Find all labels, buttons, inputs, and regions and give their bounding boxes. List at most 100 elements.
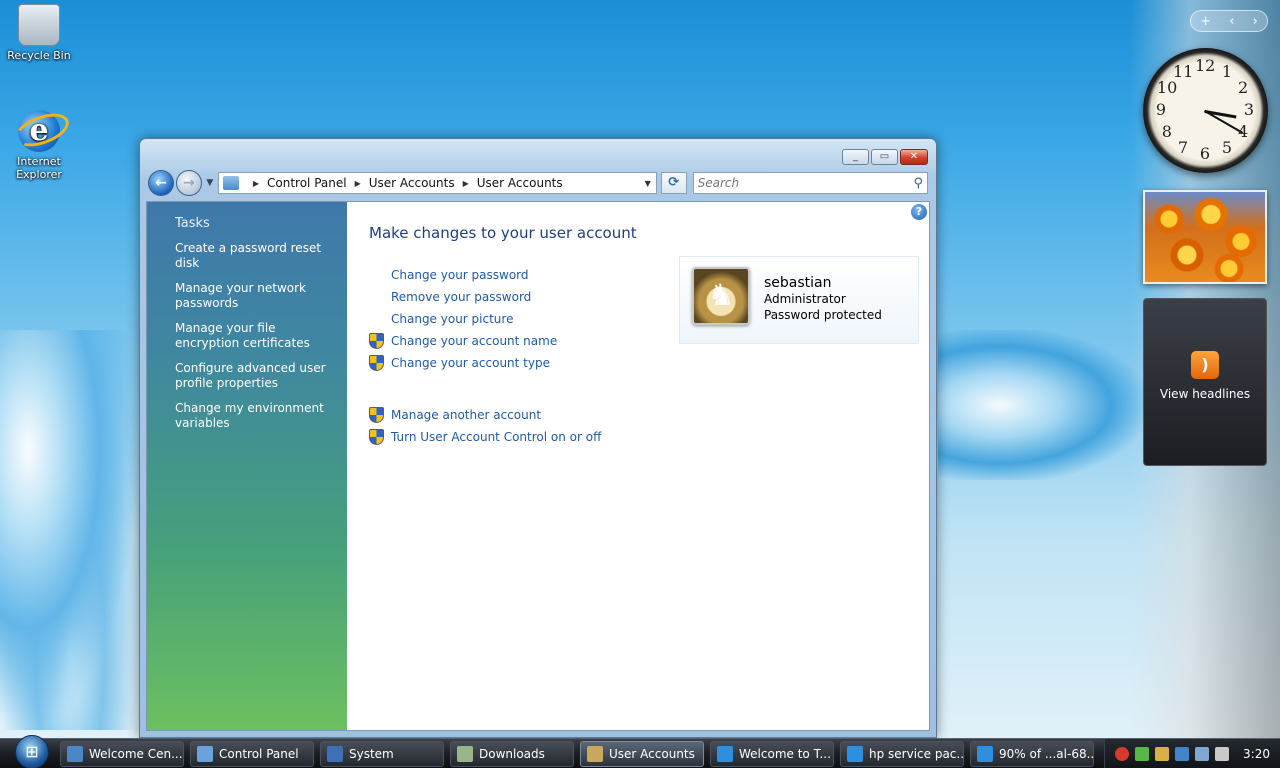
app-icon bbox=[197, 745, 213, 762]
taskbar-button[interactable]: Downloads bbox=[450, 740, 574, 767]
taskbar-button[interactable]: Welcome Cen... bbox=[60, 740, 184, 767]
app-icon bbox=[457, 745, 473, 762]
app-icon bbox=[67, 745, 83, 762]
breadcrumb-arrow-icon[interactable]: ▶ bbox=[253, 179, 259, 188]
breadcrumb-user-accounts[interactable]: User Accounts bbox=[369, 176, 455, 190]
app-icon bbox=[977, 745, 993, 762]
security-alert-icon[interactable] bbox=[1115, 746, 1130, 761]
sidebar-controls[interactable]: + ‹ › bbox=[1190, 10, 1268, 32]
uac-shield-icon bbox=[369, 429, 384, 445]
prev-icon[interactable]: ‹ bbox=[1229, 14, 1234, 29]
link-manage-another-account[interactable]: Manage another account bbox=[369, 404, 929, 426]
link-label: Remove your password bbox=[391, 290, 532, 304]
link-change-account-type[interactable]: Change your account type bbox=[369, 352, 929, 374]
recycle-bin-icon bbox=[18, 4, 60, 46]
wallpaper-wave-right bbox=[938, 330, 1143, 480]
page-title: Make changes to your user account bbox=[369, 224, 637, 242]
recent-pages-dropdown[interactable]: ▼ bbox=[204, 178, 216, 188]
link-label: Change your account name bbox=[391, 334, 558, 348]
feed-label: View headlines bbox=[1159, 387, 1251, 401]
app-icon bbox=[327, 745, 343, 762]
link-label: Turn User Account Control on or off bbox=[391, 430, 602, 444]
task-create-password-reset-disk[interactable]: Create a password reset disk bbox=[175, 241, 335, 271]
refresh-button[interactable]: ⟳ bbox=[660, 172, 687, 194]
taskbar-button-label: System bbox=[349, 746, 394, 761]
clock-number: 11 bbox=[1173, 61, 1194, 81]
user-info: sebastian Administrator Password protect… bbox=[764, 267, 882, 343]
navigation-bar: ← → ▼ ▶ Control Panel ▶ User Accounts ▶ … bbox=[148, 169, 928, 197]
tray-clock[interactable]: 3:20 bbox=[1243, 747, 1270, 761]
uac-shield-icon bbox=[369, 333, 384, 349]
clock-number: 6 bbox=[1199, 144, 1211, 163]
address-dropdown-icon[interactable]: ▼ bbox=[640, 179, 656, 188]
app-icon bbox=[717, 745, 733, 762]
clock-gadget[interactable]: 12 1 2 3 4 5 6 7 8 9 10 11 bbox=[1143, 48, 1268, 173]
wallpaper-wave-left bbox=[0, 330, 140, 730]
breadcrumb-user-accounts-current[interactable]: User Accounts bbox=[477, 176, 563, 190]
search-box: ⚲ bbox=[692, 172, 928, 194]
desktop-icon-recycle-bin[interactable]: Recycle Bin bbox=[2, 4, 76, 62]
network-icon[interactable] bbox=[1135, 746, 1150, 761]
window-content: Tasks Create a password reset disk Manag… bbox=[146, 201, 930, 731]
link-label: Change your picture bbox=[391, 312, 514, 326]
system-tray: 3:20 bbox=[1104, 738, 1280, 768]
connection-icon[interactable] bbox=[1195, 746, 1210, 761]
clock-number: 8 bbox=[1161, 122, 1172, 141]
next-icon[interactable]: › bbox=[1253, 14, 1258, 29]
taskbar-button-label: hp service pac... bbox=[869, 746, 964, 761]
task-manage-file-encryption[interactable]: Manage your file encryption certificates bbox=[175, 321, 335, 351]
breadcrumb-arrow-icon[interactable]: ▶ bbox=[355, 179, 361, 188]
maximize-button[interactable]: ▭ bbox=[871, 149, 898, 165]
taskbar-button-label: Control Panel bbox=[219, 746, 299, 761]
clock-number: 5 bbox=[1221, 138, 1233, 158]
task-configure-profile-properties[interactable]: Configure advanced user profile properti… bbox=[175, 361, 335, 391]
breadcrumb-arrow-icon[interactable]: ▶ bbox=[463, 179, 469, 188]
minimize-button[interactable]: _ bbox=[842, 149, 869, 165]
address-bar[interactable]: ▶ Control Panel ▶ User Accounts ▶ User A… bbox=[217, 172, 657, 194]
user-account-card: ♞ sebastian Administrator Password prote… bbox=[679, 256, 919, 344]
tray-app-icon[interactable] bbox=[1155, 746, 1170, 761]
search-input[interactable] bbox=[697, 176, 914, 190]
desktop-icon-label: Recycle Bin bbox=[7, 49, 71, 62]
start-button[interactable]: ⊞ bbox=[10, 734, 54, 768]
forward-button[interactable]: → bbox=[175, 170, 202, 196]
user-accounts-window: _ ▭ ✕ ← → ▼ ▶ Control Panel ▶ User Accou… bbox=[139, 138, 937, 738]
taskbar-button[interactable]: Control Panel bbox=[190, 740, 314, 767]
taskbar-button-label: Welcome Cen... bbox=[89, 746, 183, 761]
avatar: ♞ bbox=[692, 267, 750, 325]
back-button[interactable]: ← bbox=[148, 170, 174, 196]
taskbar-button[interactable]: hp service pac... bbox=[840, 740, 964, 767]
clock-number: 2 bbox=[1238, 78, 1249, 97]
taskbar-button[interactable]: 90% of ...al-68.... bbox=[970, 740, 1094, 767]
app-icon bbox=[587, 745, 603, 762]
taskbar: ⊞ Welcome Cen... Control Panel System Downl… bbox=[0, 734, 1280, 768]
taskbar-buttons: Welcome Cen... Control Panel System Downloa… bbox=[60, 740, 1100, 767]
link-turn-uac-on-off[interactable]: Turn User Account Control on or off bbox=[369, 426, 929, 448]
tray-app-icon[interactable] bbox=[1175, 746, 1190, 761]
user-password-status: Password protected bbox=[764, 308, 882, 322]
taskbar-button[interactable]: User Accounts bbox=[580, 740, 704, 767]
search-icon[interactable]: ⚲ bbox=[913, 176, 923, 191]
internet-explorer-icon: e bbox=[18, 110, 60, 152]
feed-headlines-gadget[interactable]: ) View headlines bbox=[1143, 298, 1267, 466]
taskbar-button[interactable]: Welcome to T... bbox=[710, 740, 834, 767]
desktop-icon-internet-explorer[interactable]: e Internet Explorer bbox=[2, 110, 76, 181]
task-manage-network-passwords[interactable]: Manage your network passwords bbox=[175, 281, 335, 311]
app-icon bbox=[847, 745, 863, 762]
close-button[interactable]: ✕ bbox=[900, 149, 928, 165]
clock-number: 3 bbox=[1243, 100, 1255, 119]
breadcrumb-control-panel[interactable]: Control Panel bbox=[267, 176, 347, 190]
uac-shield-icon bbox=[369, 407, 384, 423]
main-pane: ? Make changes to your user account Chan… bbox=[347, 202, 929, 730]
volume-muted-icon[interactable] bbox=[1215, 746, 1230, 761]
help-icon[interactable]: ? bbox=[911, 204, 927, 220]
user-name: sebastian bbox=[764, 275, 832, 291]
task-change-environment-variables[interactable]: Change my environment variables bbox=[175, 401, 335, 431]
slideshow-gadget[interactable] bbox=[1143, 190, 1267, 284]
taskbar-button-label: Downloads bbox=[479, 746, 545, 761]
link-label: Change your account type bbox=[391, 356, 550, 370]
clock-number: 12 bbox=[1195, 56, 1216, 75]
add-gadget-icon[interactable]: + bbox=[1200, 14, 1211, 29]
taskbar-button[interactable]: System bbox=[320, 740, 444, 767]
tasks-pane: Tasks Create a password reset disk Manag… bbox=[147, 202, 347, 730]
